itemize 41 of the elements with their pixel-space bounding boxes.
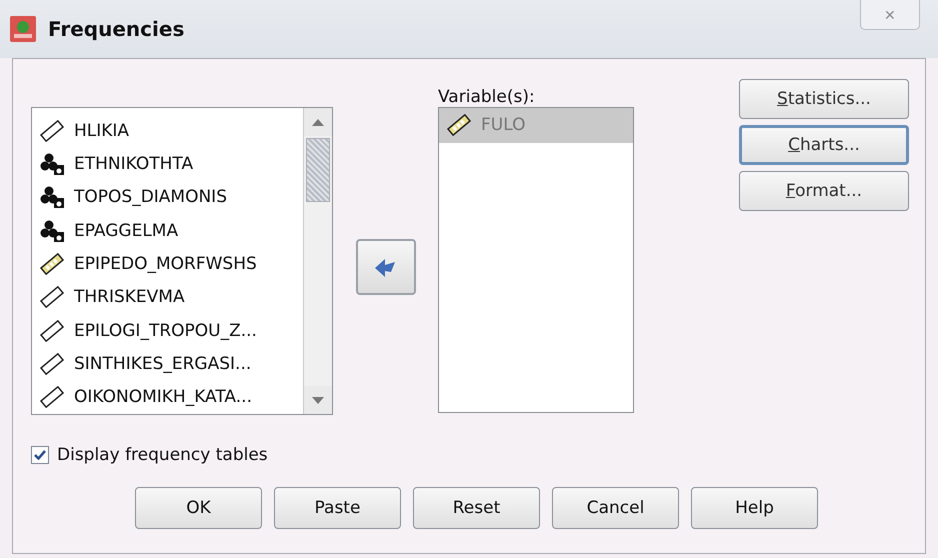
variable-item[interactable]: TOPOS_DIAMONIS — [40, 180, 303, 214]
scroll-thumb[interactable] — [306, 138, 330, 202]
variable-name: ETHNIKOTHTA — [74, 154, 194, 174]
variable-item[interactable]: EPILOGI_TROPOU_Z... — [40, 314, 303, 348]
check-icon — [34, 450, 46, 460]
variable-name: EPAGGELMA — [74, 220, 178, 241]
dialog-button[interactable]: OK — [135, 487, 262, 529]
dialog-button[interactable]: Paste — [274, 487, 401, 529]
variable-item[interactable]: EPIPEDO_MORFWSHS — [40, 247, 303, 281]
variable-name: HLIKIA — [74, 120, 130, 141]
scroll-up-icon[interactable] — [312, 118, 324, 126]
variable-item[interactable]: SINTHIKES_ERGASI... — [40, 347, 303, 381]
nominal-string-icon — [40, 220, 64, 242]
dialog-button[interactable]: Reset — [413, 487, 540, 529]
variable-name: SINTHIKES_ERGASI... — [74, 354, 252, 374]
variable-item[interactable]: EPAGGELMA — [40, 214, 303, 248]
dialog-button[interactable]: Statistics... — [739, 79, 909, 119]
dialog-button[interactable]: Format... — [739, 171, 909, 211]
variable-item[interactable]: THRISKEVMA — [40, 280, 303, 314]
app-icon — [10, 16, 36, 42]
variable-name: OIKONOMIKH_KATA... — [74, 387, 252, 408]
dialog-button[interactable]: Cancel — [552, 487, 679, 529]
variable-item[interactable]: ETHNIKOTHTA — [40, 147, 303, 181]
scroll-down-icon[interactable] — [312, 396, 324, 404]
variable-item[interactable]: OIKONOMIKH_KATA... — [40, 380, 303, 414]
variable-name: EPIPEDO_MORFWSHS — [74, 254, 257, 274]
variable-name: FULO — [481, 115, 526, 136]
checkbox-label: Display frequency tables — [57, 445, 268, 465]
variable-item[interactable]: HLIKIA — [40, 114, 303, 148]
window-title: Frequencies — [48, 17, 186, 41]
checkbox[interactable] — [31, 446, 49, 464]
dialog-button[interactable]: Charts... — [739, 125, 909, 165]
variable-name: THRISKEVMA — [74, 287, 185, 308]
variable-name: TOPOS_DIAMONIS — [74, 187, 227, 208]
scrollbar[interactable] — [303, 108, 332, 414]
move-button[interactable] — [356, 239, 416, 295]
dialog-button[interactable]: Help — [691, 487, 818, 529]
nominal-string-icon — [40, 186, 64, 208]
variable-name: EPILOGI_TROPOU_Z... — [74, 320, 257, 341]
variables-label: Variable(s): — [438, 86, 536, 107]
nominal-string-icon — [40, 152, 64, 175]
